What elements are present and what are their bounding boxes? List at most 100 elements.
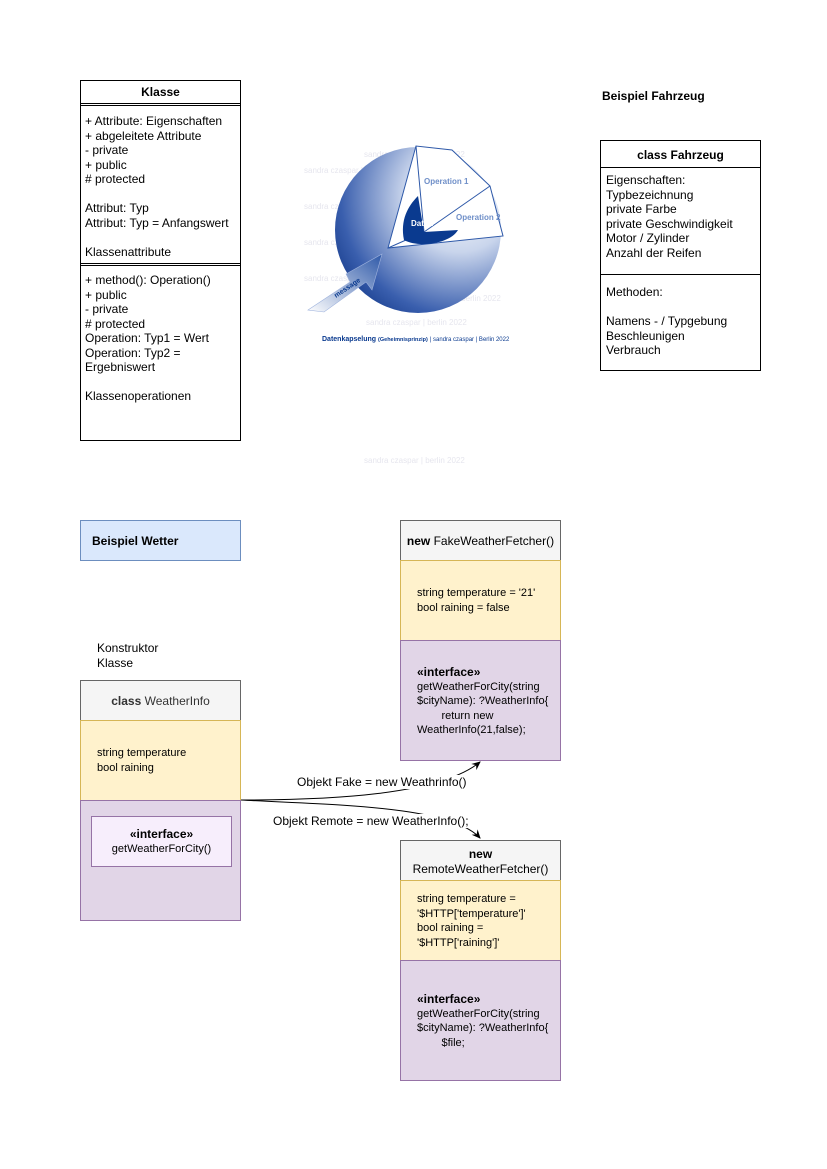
encapsulation-figure: sandra czaspar | berlin 2022 sandra czas… — [300, 140, 540, 470]
klasse-attribute: - private — [85, 143, 129, 157]
fahrzeug-property: private Farbe — [606, 202, 677, 216]
fake-fetcher-field: bool raining = false — [417, 601, 510, 614]
remote-fetcher-field: bool raining = — [417, 922, 484, 934]
klasse-divider — [81, 103, 240, 106]
fahrzeug-method: Verbrauch — [606, 343, 661, 357]
klasse-operation — [85, 375, 211, 390]
edge-fake-label: Objekt Fake = new Weathrinfo() — [297, 775, 467, 789]
fake-fetcher-interface-title: «interface» — [417, 665, 481, 679]
fake-fetcher-field: string temperature = '21' — [417, 587, 536, 599]
fahrzeug-property: Motor / Zylinder — [606, 231, 690, 245]
watermark-text: sandra czaspar | berlin 2022 — [364, 456, 465, 465]
fake-fetcher-code-line: $cityName): ?WeatherInfo{ — [417, 695, 549, 707]
klasse-attribute: + public — [85, 157, 127, 172]
fake-fetcher-header: new FakeWeatherFetcher() — [400, 520, 561, 561]
encapsulation-caption: Datenkapselung (Geheimnisprinzip) | sand… — [322, 336, 509, 343]
weatherinfo-field: string temperature — [97, 747, 187, 759]
operation-2-label: Operation 2 — [456, 213, 501, 222]
fahrzeug-method — [606, 300, 727, 315]
data-label: Daten — [411, 219, 433, 228]
klasse-attribute: Attribut: Typ — [85, 201, 149, 215]
caption-rest: | sandra czaspar | Berlin 2022 — [429, 337, 510, 343]
fake-fetcher-field-list: string temperature = '21' bool raining =… — [417, 586, 535, 615]
fahrzeug-property: Typbezeichnung — [606, 187, 694, 202]
fahrzeug-methods: Methoden: Namens - / Typgebung Beschleun… — [606, 285, 727, 358]
remote-fetcher-fields: string temperature = '$HTTP['temperature… — [400, 880, 561, 961]
klasse-attribute: Klassenattribute — [85, 244, 172, 259]
fake-fetcher-code-line: return new — [417, 709, 494, 722]
caption-main: Datenkapselung — [322, 336, 377, 343]
klasse-operation: - private — [85, 302, 129, 316]
remote-fetcher-code-line: $cityName): ?WeatherInfo{ — [417, 1022, 549, 1034]
weatherinfo-interface-method: getWeatherForCity() — [111, 842, 212, 855]
fake-fetcher-keyword: new — [406, 534, 431, 548]
weatherinfo-keyword: class — [111, 694, 142, 708]
fake-fetcher-code-line: WeatherInfo(21,false); — [417, 724, 526, 736]
fahrzeug-property: Anzahl der Reifen — [606, 245, 702, 260]
remote-fetcher-interface-title: «interface» — [417, 992, 481, 1006]
fahrzeug-properties: Eigenschaften: Typbezeichnung private Fa… — [606, 173, 733, 260]
weatherinfo-field: bool raining — [97, 761, 154, 774]
klasse-attribute: Attribut: Typ = Anfangswert — [85, 215, 229, 230]
fahrzeug-divider — [601, 274, 760, 275]
fahrzeug-method: Methoden: — [606, 285, 663, 299]
remote-fetcher-methods: «interface» getWeatherForCity(string $ci… — [400, 960, 561, 1081]
remote-fetcher-field: string temperature = — [417, 893, 516, 905]
remote-fetcher-code-line: getWeatherForCity(string — [417, 1007, 540, 1020]
fahrzeug-method: Namens - / Typgebung — [606, 314, 728, 328]
klasse-title: Klasse — [141, 85, 180, 99]
fahrzeug-divider — [601, 167, 760, 168]
weatherinfo-fields: string temperature bool raining — [80, 720, 241, 801]
remote-fetcher-code-line: $file; — [417, 1036, 465, 1049]
konstruktor-line: Konstruktor — [97, 641, 159, 655]
remote-fetcher-field: '$HTTP['raining']' — [417, 936, 500, 949]
wetter-heading-box: Beispiel Wetter — [80, 520, 241, 561]
klasse-operation: + method(): Operation() — [85, 273, 211, 287]
konstruktor-label: Konstruktor Klasse — [97, 641, 158, 670]
remote-fetcher-code: «interface» getWeatherForCity(string $ci… — [417, 992, 548, 1050]
remote-fetcher-keyword: new — [468, 847, 493, 861]
klasse-box: Klasse + Attribute: Eigenschaften + abge… — [80, 80, 241, 441]
fake-fetcher-name: FakeWeatherFetcher() — [433, 534, 555, 548]
klasse-operation: Operation: Typ1 = Wert — [85, 331, 209, 345]
encapsulation-sphere-svg: Operation 1 Operation 2 Daten message — [307, 145, 504, 313]
klasse-divider — [81, 263, 240, 266]
weatherinfo-methods: «interface» getWeatherForCity() — [80, 800, 241, 921]
fahrzeug-heading: Beispiel Fahrzeug — [602, 89, 705, 103]
weatherinfo-interface-box: «interface» getWeatherForCity() — [91, 816, 232, 867]
klasse-attribute — [85, 230, 229, 245]
klasse-operation: + public — [85, 287, 127, 302]
klasse-operation: Ergebniswert — [85, 360, 156, 374]
klasse-attribute — [85, 187, 229, 202]
weatherinfo-field-list: string temperature bool raining — [97, 746, 186, 775]
fake-fetcher-code: «interface» getWeatherForCity(string $ci… — [417, 665, 548, 738]
klasse-attributes: + Attribute: Eigenschaften + abgeleitete… — [85, 114, 229, 259]
klasse-attribute: + abgeleitete Attribute — [85, 128, 202, 143]
klasse-operation: # protected — [85, 316, 146, 331]
klasse-operations: + method(): Operation() + public - priva… — [85, 273, 211, 404]
weatherinfo-name: WeatherInfo — [144, 694, 210, 708]
fahrzeug-box: class Fahrzeug Eigenschaften: Typbezeich… — [600, 140, 761, 371]
klasse-attribute: # protected — [85, 172, 146, 186]
fahrzeug-property: private Geschwindigkeit — [606, 216, 733, 231]
weatherinfo-header: class WeatherInfo — [80, 680, 241, 721]
remote-fetcher-field: '$HTTP['temperature']' — [417, 907, 526, 920]
fahrzeug-method: Beschleunigen — [606, 328, 685, 343]
caption-sub: (Geheimnisprinzip) — [378, 337, 428, 343]
wetter-heading: Beispiel Wetter — [92, 534, 179, 548]
fake-fetcher-code-line: getWeatherForCity(string — [417, 680, 540, 693]
fake-fetcher-fields: string temperature = '21' bool raining =… — [400, 560, 561, 641]
message-label: message — [333, 277, 362, 300]
weatherinfo-interface-title: «interface» — [129, 827, 194, 841]
klasse-operation: Klassenoperationen — [85, 389, 192, 403]
konstruktor-line: Klasse — [97, 655, 134, 670]
klasse-attribute: + Attribute: Eigenschaften — [85, 114, 223, 128]
klasse-operation: Operation: Typ2 = — [85, 345, 181, 360]
operation-1-label: Operation 1 — [424, 177, 469, 186]
fahrzeug-property: Eigenschaften: — [606, 173, 686, 187]
remote-fetcher-name: RemoteWeatherFetcher() — [412, 861, 549, 876]
fake-fetcher-methods: «interface» getWeatherForCity(string $ci… — [400, 640, 561, 761]
edge-remote-label: Objekt Remote = new WeatherInfo(); — [273, 814, 469, 828]
remote-fetcher-field-list: string temperature = '$HTTP['temperature… — [417, 892, 526, 950]
fahrzeug-title: class Fahrzeug — [637, 148, 724, 162]
